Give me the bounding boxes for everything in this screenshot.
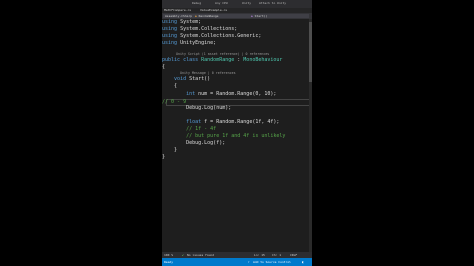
code-line-method-open: { (162, 83, 178, 89)
class-dropdown[interactable]: ◆ RandomRange (193, 14, 249, 18)
toolbar: Debug Any CPU Unity Attach to Unity (162, 0, 312, 8)
code-editor[interactable]: using System; using System.Collections; … (162, 19, 312, 253)
member-dropdown[interactable]: ◆ Start() (249, 14, 309, 18)
code-line-2: using System.Collections; (162, 26, 238, 32)
code-line-1: using System; (162, 19, 202, 25)
add-to-source-control-button[interactable]: Add to Source Control (253, 258, 291, 266)
code-line-3: using System.Collections.Generic; (162, 33, 262, 39)
ide-window: Debug Any CPU Unity Attach to Unity Math… (162, 0, 312, 266)
code-line-class: public class RandomRange : MonoBehaviour (162, 57, 283, 63)
code-line-float: float f = Random.Range(1f, 4f); (186, 119, 280, 125)
member-dropdown-label: Start() (254, 14, 268, 18)
source-control-icon: ↑ (248, 260, 250, 264)
project-dropdown[interactable]: Assembly-CSharp (163, 14, 193, 18)
notifications-icon[interactable]: ◧ (302, 258, 304, 266)
code-line-debug-1: Debug.Log(num); (186, 105, 232, 111)
status-ready: Ready (164, 260, 174, 264)
toolbar-debug-config[interactable]: Debug (192, 1, 201, 6)
toolbar-platform[interactable]: Any CPU (215, 1, 228, 6)
toolbar-target[interactable]: Unity (242, 1, 251, 6)
code-line-int: int num = Random.Range(0, 10); (186, 91, 277, 97)
code-line-4: using UnityEngine; (162, 40, 217, 46)
code-line-comment-3: // but pure 1f and 4f is unlikely (186, 133, 286, 139)
scrollbar-thumb[interactable] (309, 22, 312, 82)
code-line-method: void Start() (174, 76, 211, 82)
code-line-debug-2: Debug.Log(f); (186, 140, 226, 146)
code-line-comment-2: // 1f - 4f (186, 126, 217, 132)
code-line-open-brace: { (162, 64, 166, 70)
code-line-method-close: } (162, 147, 178, 153)
toolbar-attach-button[interactable]: Attach to Unity (259, 1, 286, 6)
code-line-class-close: } (162, 154, 166, 160)
class-dropdown-label: RandomRange (198, 14, 219, 18)
status-bar: Ready ↑ Add to Source Control ◧ (162, 258, 312, 266)
